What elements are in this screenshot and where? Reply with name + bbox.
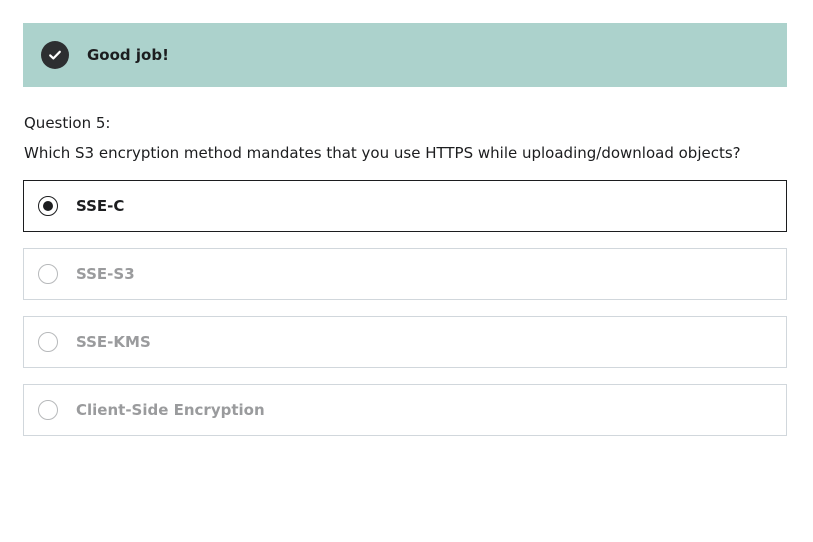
answer-option-sse-c[interactable]: SSE-C xyxy=(23,180,787,232)
answer-option-label: SSE-KMS xyxy=(76,333,151,351)
feedback-message: Good job! xyxy=(87,46,169,64)
question-number: Question 5: xyxy=(24,114,111,132)
radio-button[interactable] xyxy=(38,196,58,216)
check-circle-icon xyxy=(41,41,69,69)
answer-option-label: SSE-C xyxy=(76,197,125,215)
radio-button[interactable] xyxy=(38,264,58,284)
answer-option-label: SSE-S3 xyxy=(76,265,135,283)
feedback-banner: Good job! xyxy=(23,23,787,87)
question-text: Which S3 encryption method mandates that… xyxy=(24,144,741,162)
radio-button[interactable] xyxy=(38,332,58,352)
answer-option-label: Client-Side Encryption xyxy=(76,401,265,419)
answer-option-sse-kms[interactable]: SSE-KMS xyxy=(23,316,787,368)
answer-option-sse-s3[interactable]: SSE-S3 xyxy=(23,248,787,300)
radio-button[interactable] xyxy=(38,400,58,420)
answer-option-client-side-encryption[interactable]: Client-Side Encryption xyxy=(23,384,787,436)
radio-selected-dot xyxy=(43,201,53,211)
